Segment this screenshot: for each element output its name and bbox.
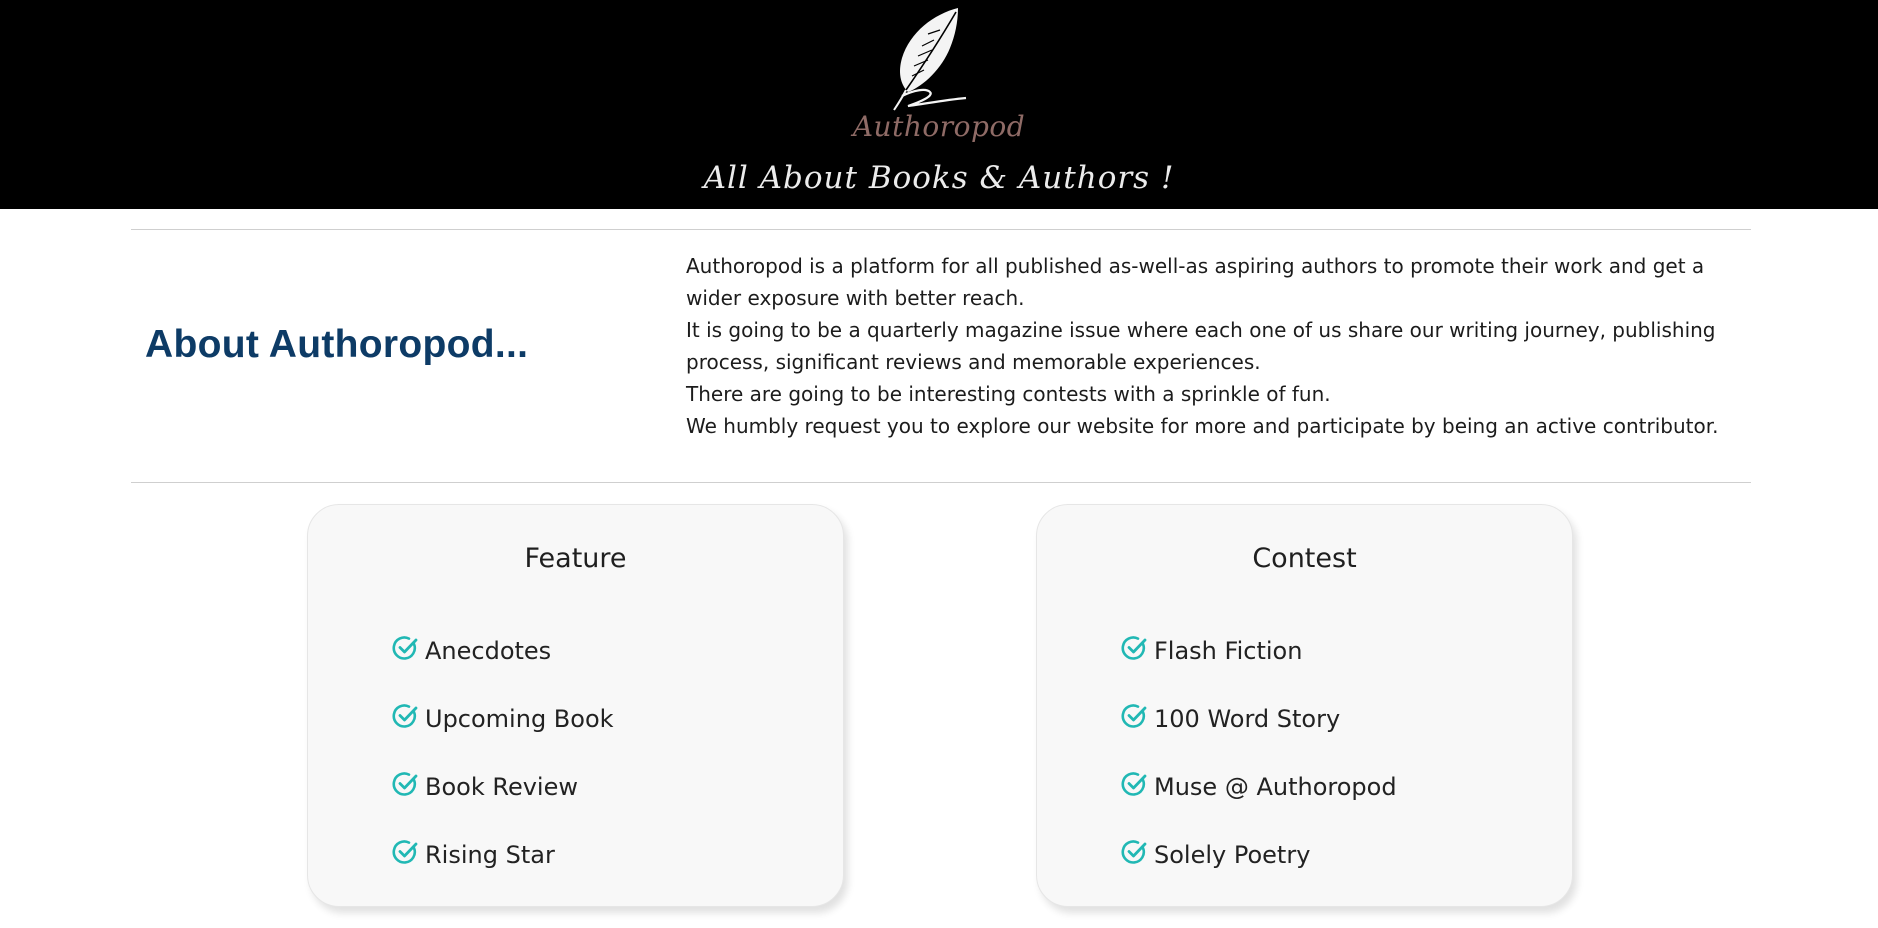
check-circle-icon	[1121, 840, 1147, 864]
contest-list: Flash Fiction 100 Word Story Muse @ Auth…	[1121, 617, 1397, 889]
list-item-label: Solely Poetry	[1154, 841, 1311, 869]
check-circle-icon	[392, 636, 418, 660]
brand-name: Authoropod	[852, 110, 1026, 143]
list-item: Solely Poetry	[1121, 821, 1397, 889]
list-item-label: Upcoming Book	[425, 705, 614, 733]
check-circle-icon	[1121, 636, 1147, 660]
quill-feather-icon	[893, 8, 967, 111]
feature-card: Feature Anecdotes Upcoming Book Book Rev…	[307, 504, 844, 907]
about-title: About Authoropod...	[145, 323, 529, 366]
contest-card: Contest Flash Fiction 100 Word Story Mus…	[1036, 504, 1573, 907]
divider-top	[131, 229, 1751, 230]
about-paragraph: We humbly request you to explore our web…	[686, 414, 1719, 438]
list-item: Muse @ Authoropod	[1121, 753, 1397, 821]
list-item: Rising Star	[392, 821, 614, 889]
list-item: Flash Fiction	[1121, 617, 1397, 685]
list-item: Upcoming Book	[392, 685, 614, 753]
list-item-label: Flash Fiction	[1154, 637, 1303, 665]
tagline: All About Books & Authors !	[703, 160, 1175, 196]
divider-bottom	[131, 482, 1751, 483]
check-circle-icon	[392, 772, 418, 796]
check-circle-icon	[1121, 704, 1147, 728]
check-circle-icon	[1121, 772, 1147, 796]
list-item-label: Rising Star	[425, 841, 555, 869]
list-item-label: Anecdotes	[425, 637, 552, 665]
list-item: Anecdotes	[392, 617, 614, 685]
feature-list: Anecdotes Upcoming Book Book Review Risi…	[392, 617, 614, 889]
list-item: 100 Word Story	[1121, 685, 1397, 753]
list-item-label: 100 Word Story	[1154, 705, 1341, 733]
site-header: Authoropod All About Books & Authors !	[0, 0, 1878, 209]
feature-card-title: Feature	[524, 543, 627, 574]
about-paragraph: There are going to be interesting contes…	[686, 382, 1331, 406]
list-item-label: Muse @ Authoropod	[1154, 773, 1397, 801]
about-paragraph: It is going to be a quarterly magazine i…	[686, 318, 1716, 374]
about-paragraph: Authoropod is a platform for all publish…	[686, 254, 1705, 310]
list-item-label: Book Review	[425, 773, 578, 801]
check-circle-icon	[392, 840, 418, 864]
list-item: Book Review	[392, 753, 614, 821]
check-circle-icon	[392, 704, 418, 728]
about-description: Authoropod is a platform for all publish…	[686, 250, 1746, 442]
contest-card-title: Contest	[1252, 543, 1357, 574]
